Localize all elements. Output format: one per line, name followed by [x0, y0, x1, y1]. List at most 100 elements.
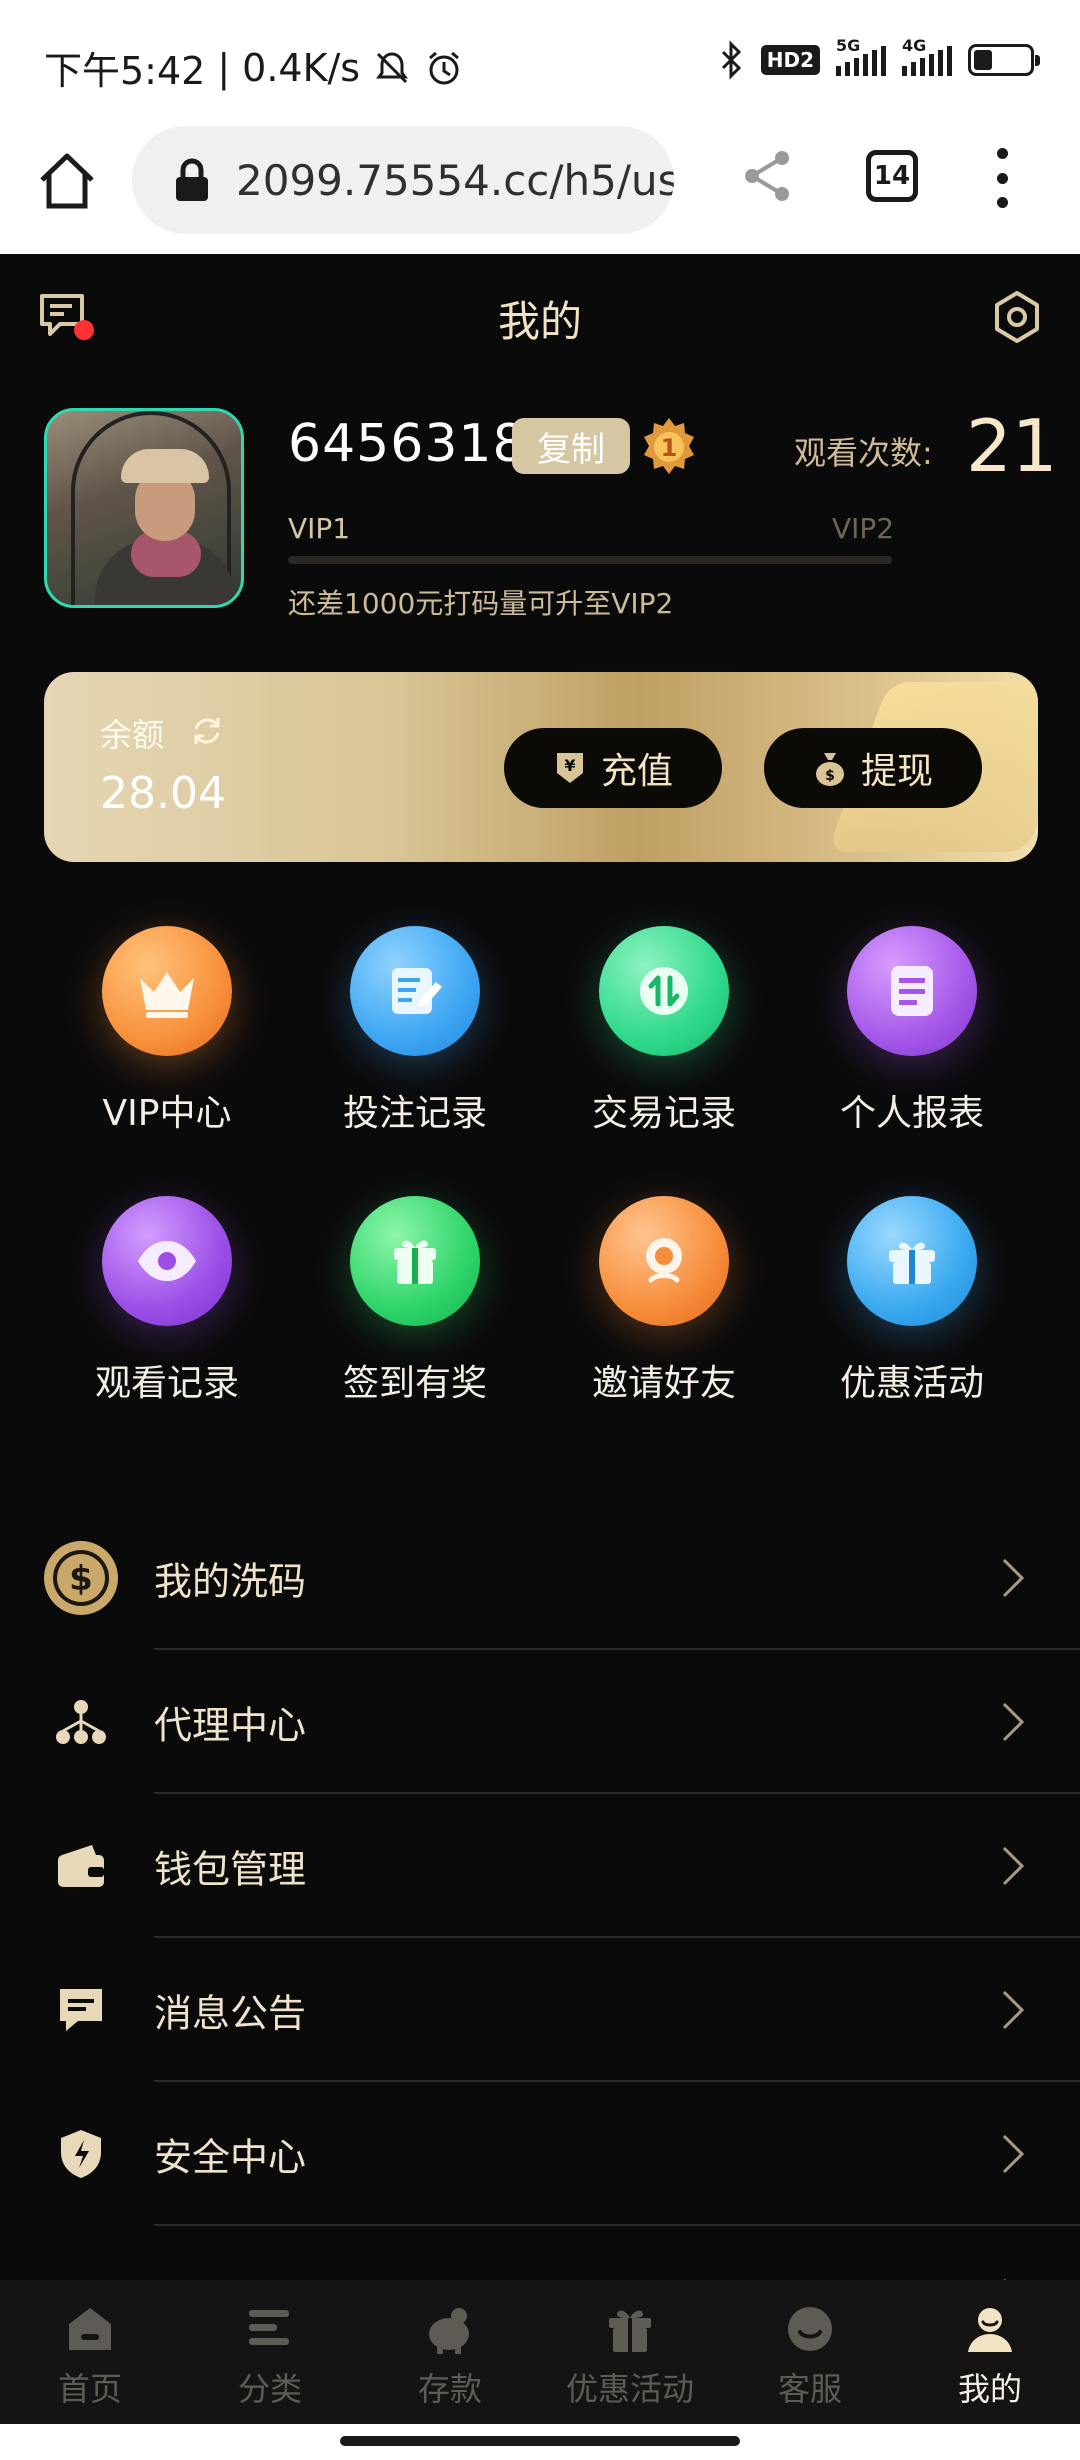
medal-icon: 1 — [644, 418, 694, 474]
status-left: 下午5:42 | 0.4K/s — [44, 40, 464, 95]
grid-item-checkin-reward[interactable]: 签到有奖 — [300, 1196, 530, 1406]
address-bar[interactable]: 2099.75554.cc/h5/us — [132, 126, 674, 234]
status-divider: | — [217, 45, 231, 90]
home-icon — [69, 2308, 111, 2350]
overflow-menu-icon[interactable] — [990, 148, 1014, 208]
watch-count-value: 21 — [966, 404, 1058, 488]
category-icon — [249, 2310, 289, 2345]
tab-label: 分类 — [237, 2370, 302, 2408]
message-icon — [42, 1971, 120, 2049]
tab-category[interactable]: 分类 — [180, 2280, 360, 2424]
recharge-button[interactable]: ¥ 充值 — [504, 728, 722, 808]
network-5g-label: 5G — [836, 36, 861, 55]
tab-support[interactable]: 客服 — [720, 2280, 900, 2424]
grid-item-watch-history[interactable]: 观看记录 — [52, 1196, 282, 1406]
home-gesture-handle[interactable] — [340, 2436, 740, 2446]
user-id: 6456318 — [288, 414, 527, 474]
refresh-icon[interactable] — [190, 714, 224, 748]
grid-item-personal-report[interactable]: 个人报表 — [797, 926, 1027, 1136]
tab-promotions[interactable]: 优惠活动 — [540, 2280, 720, 2424]
chevron-right-icon — [1002, 1990, 1025, 2030]
tab-deposit[interactable]: 存款 — [360, 2280, 540, 2424]
eye-icon — [102, 1196, 232, 1326]
grid-label: 优惠活动 — [839, 1363, 984, 1404]
gift-icon — [609, 2310, 651, 2352]
lock-icon — [176, 158, 208, 201]
withdraw-button[interactable]: $ 提现 — [764, 728, 982, 808]
system-navigation-bar — [0, 2424, 1080, 2460]
list-item-agent-center[interactable]: 代理中心 — [0, 1650, 1080, 1794]
hd-badge: HD2 — [760, 45, 820, 75]
profile-section: 6456318 复制 1 观看次数: 21 VIP1 VIP2 还差1000元打… — [0, 404, 1080, 628]
tab-switcher-button[interactable]: 14 — [866, 150, 918, 202]
grid-item-vip-center[interactable]: VIP中心 — [52, 926, 282, 1136]
edit-note-icon — [350, 926, 480, 1056]
tab-label: 我的 — [957, 2370, 1022, 2408]
share-icon[interactable] — [738, 146, 798, 206]
grid-item-bet-records[interactable]: 投注记录 — [300, 926, 530, 1136]
withdraw-label: 提现 — [860, 751, 933, 792]
browser-home-icon[interactable] — [34, 148, 100, 214]
bottom-tab-bar: 首页 分类 存款 优惠活动 客服 我的 — [0, 2280, 1080, 2424]
svg-text:$: $ — [825, 768, 835, 784]
grid-label: 交易记录 — [591, 1093, 736, 1134]
battery-icon — [968, 44, 1040, 76]
recharge-label: 充值 — [600, 751, 673, 792]
wallet-icon — [42, 1827, 120, 1905]
report-icon — [847, 926, 977, 1056]
mute-icon — [376, 51, 409, 83]
status-time: 下午5:42 — [44, 49, 206, 93]
chevron-right-icon — [1002, 1846, 1025, 1886]
watch-count-label: 观看次数: — [794, 434, 933, 472]
chevron-right-icon — [1002, 2134, 1025, 2174]
avatar[interactable] — [44, 408, 244, 608]
dollar-coin-icon: $ — [42, 1539, 120, 1617]
copy-button[interactable]: 复制 — [512, 418, 630, 474]
svg-text:¥: ¥ — [564, 756, 575, 775]
list-item-label: 钱包管理 — [154, 1847, 307, 1892]
support-icon — [788, 2307, 832, 2351]
url-text: 2099.75554.cc/h5/us — [236, 155, 674, 205]
list-item-announcements[interactable]: 消息公告 — [0, 1938, 1080, 2082]
list-item-wallet-management[interactable]: 钱包管理 — [0, 1794, 1080, 1938]
balance-label: 余额 — [100, 716, 165, 754]
crown-icon — [102, 926, 232, 1056]
list-item-label: 安全中心 — [154, 2135, 307, 2180]
tab-label: 客服 — [777, 2370, 842, 2408]
vip-upgrade-tip: 还差1000元打码量可升至VIP2 — [288, 587, 674, 620]
list-item-security-center[interactable]: 安全中心 — [0, 2082, 1080, 2226]
status-bar: 下午5:42 | 0.4K/s HD2 5G 4G — [0, 0, 1080, 126]
user-icon — [968, 2308, 1012, 2352]
bluetooth-icon — [721, 40, 741, 80]
signal-5g-icon: 5G — [836, 36, 886, 76]
money-bag-icon: $ — [815, 753, 844, 786]
grid-item-invite-friends[interactable]: 邀请好友 — [549, 1196, 779, 1406]
grid-label: VIP中心 — [102, 1093, 232, 1134]
status-right: HD2 5G 4G — [719, 36, 1040, 80]
tab-home[interactable]: 首页 — [0, 2280, 180, 2424]
grid-label: 签到有奖 — [342, 1363, 487, 1404]
recharge-icon: ¥ — [556, 753, 583, 783]
grid-item-transaction-records[interactable]: 交易记录 — [549, 926, 779, 1136]
signal-4g-icon: 4G — [902, 36, 952, 76]
svg-text:$: $ — [69, 1559, 93, 1599]
shield-icon — [42, 2115, 120, 2193]
gift-box-icon — [350, 1196, 480, 1326]
list-item-label: 消息公告 — [154, 1991, 307, 2036]
grid-item-promotions[interactable]: 优惠活动 — [797, 1196, 1027, 1406]
transfer-icon — [599, 926, 729, 1056]
invite-icon — [599, 1196, 729, 1326]
settings-icon[interactable] — [992, 290, 1042, 344]
tab-mine[interactable]: 我的 — [900, 2280, 1080, 2424]
balance-card: 余额 28.04 ¥ 充值 $ 提现 — [44, 672, 1038, 862]
app-header: 我的 — [0, 254, 1080, 378]
list-item-my-rebate[interactable]: $ 我的洗码 — [0, 1506, 1080, 1650]
alarm-icon — [429, 51, 460, 84]
list-item-label: 我的洗码 — [154, 1559, 307, 1604]
page-title: 我的 — [497, 297, 582, 346]
tab-label: 优惠活动 — [565, 2370, 694, 2408]
grid-label: 投注记录 — [342, 1093, 487, 1134]
tab-label: 存款 — [417, 2370, 482, 2408]
vip-next-level: VIP2 — [832, 512, 895, 545]
present-icon — [847, 1196, 977, 1326]
